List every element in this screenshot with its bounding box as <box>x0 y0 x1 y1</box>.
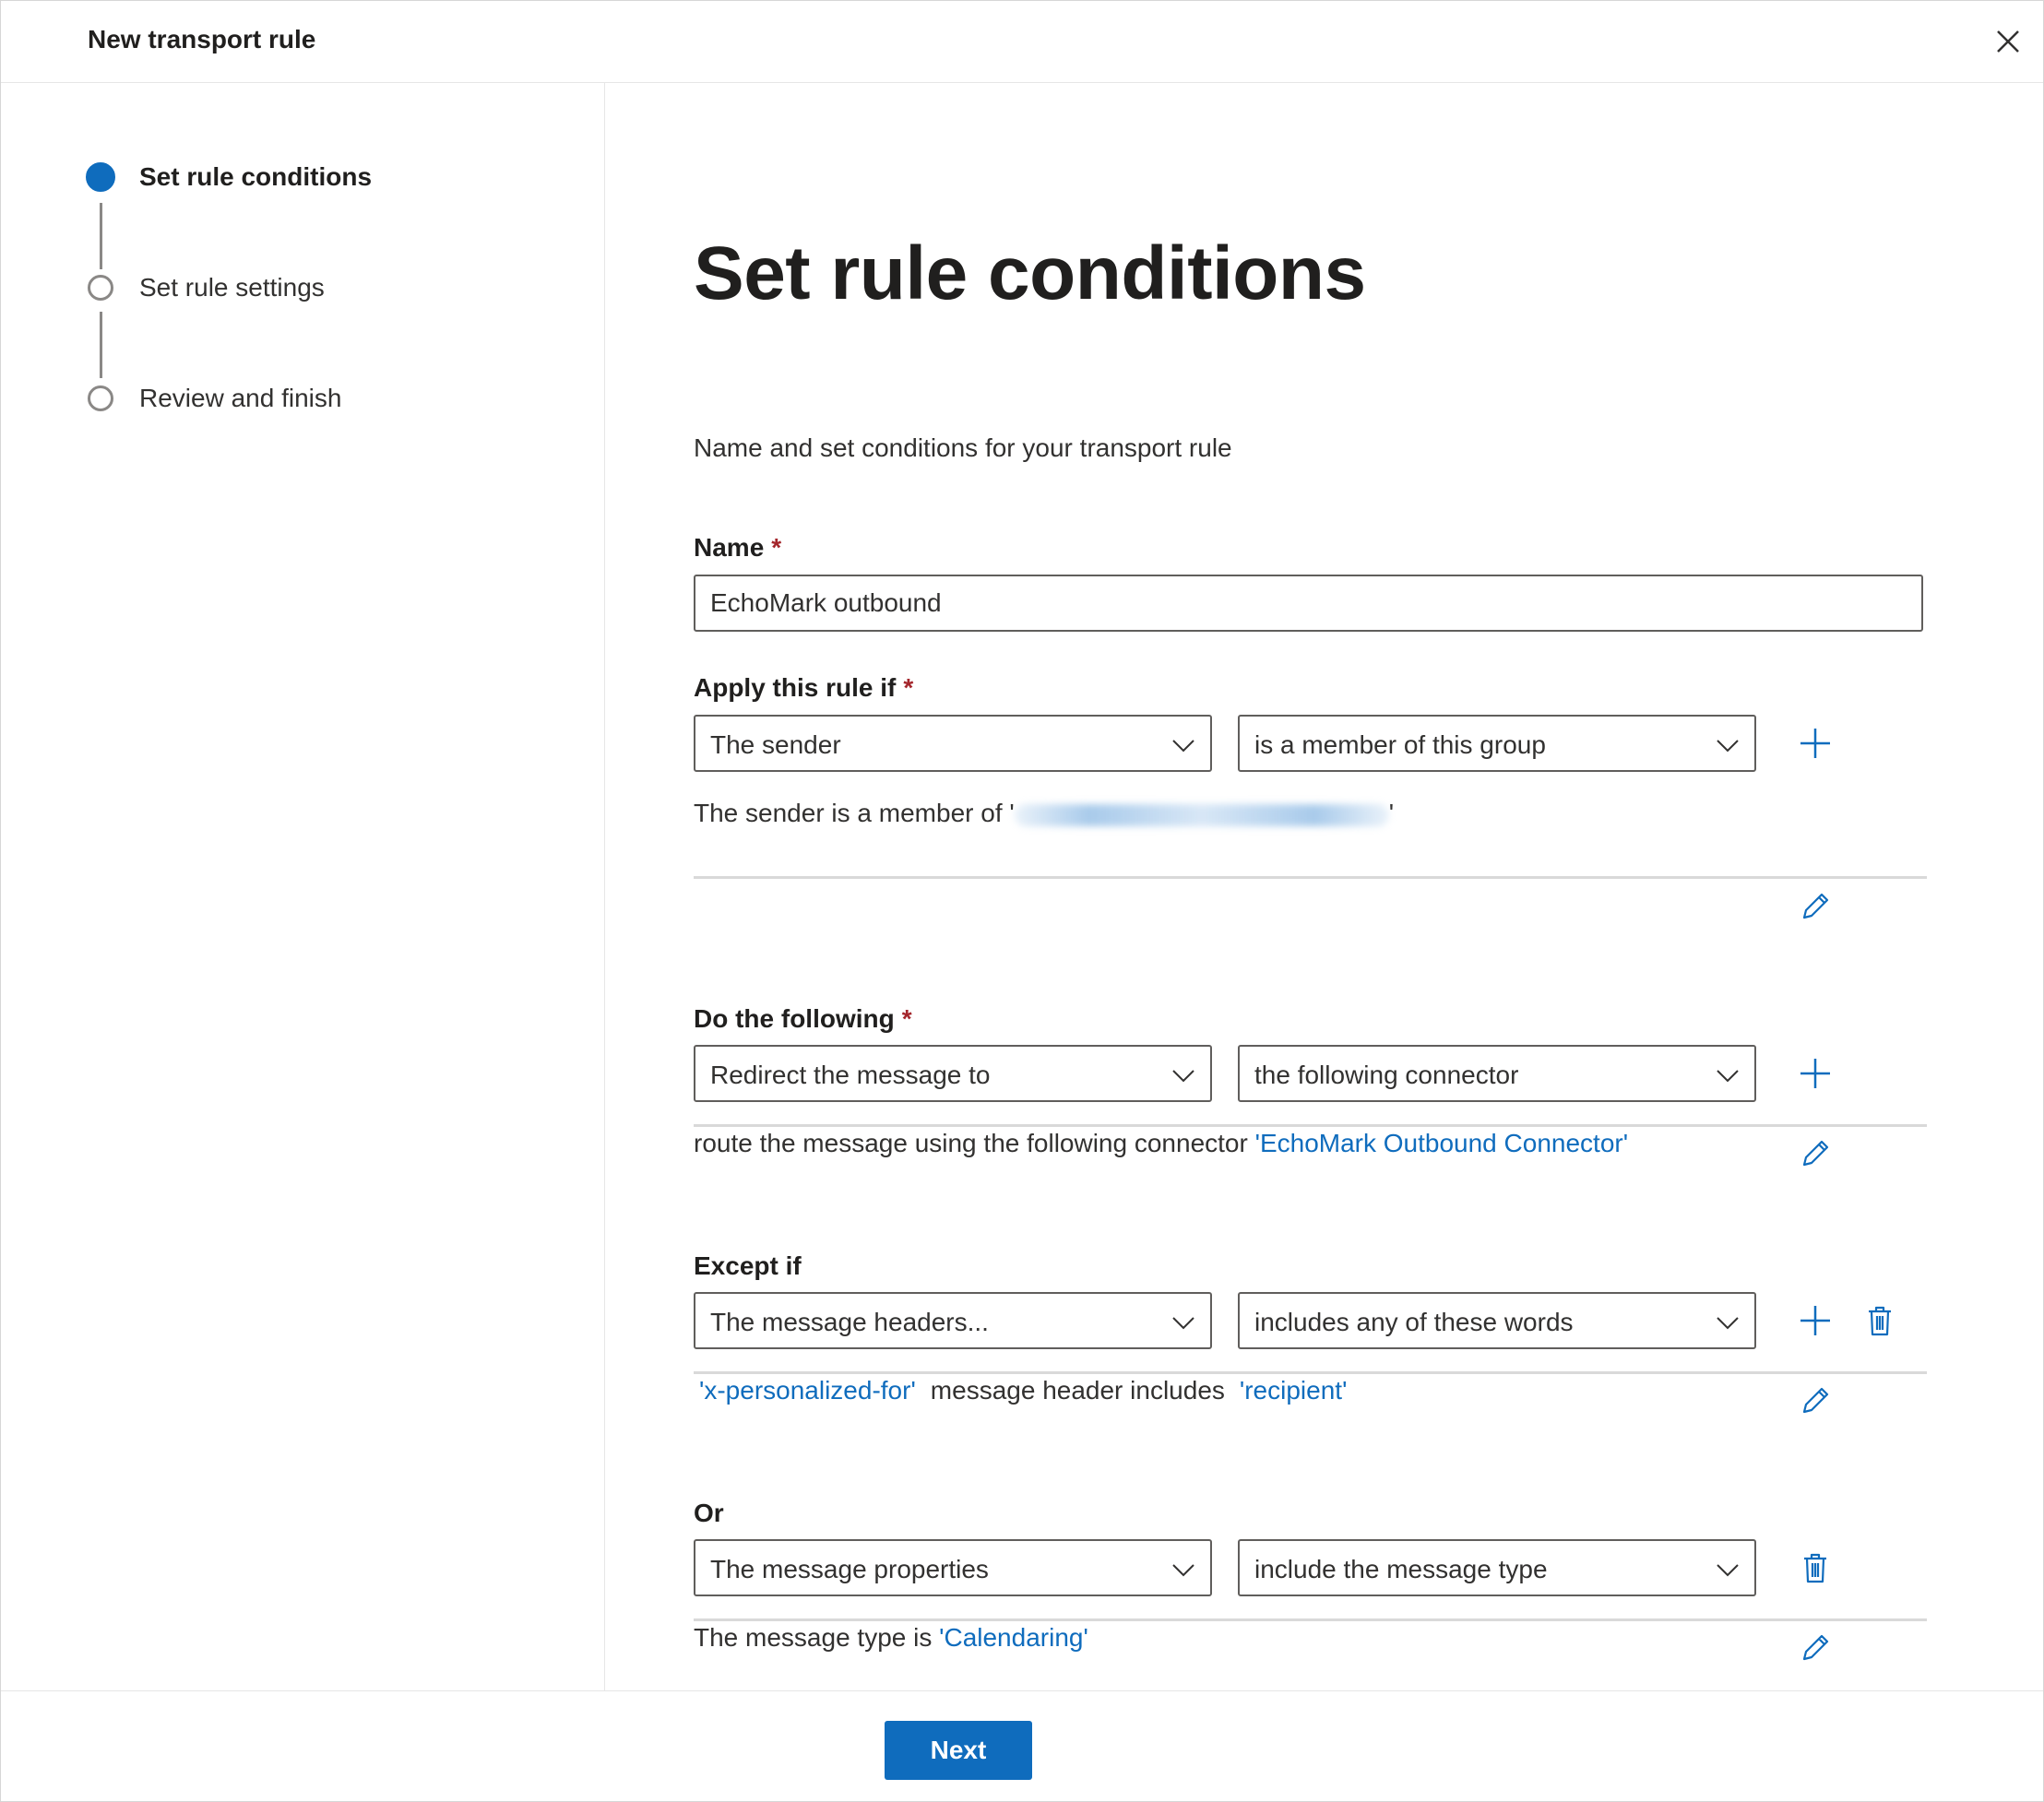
desc-text: message header includes <box>930 1376 1225 1405</box>
main-panel: Set rule conditions Name and set conditi… <box>605 83 2043 1690</box>
step-connector <box>100 312 102 378</box>
or-predicate-select[interactable]: include the message type <box>1238 1539 1756 1596</box>
chevron-down-icon <box>1172 1317 1194 1330</box>
except-if-label: Except if <box>694 1251 802 1280</box>
edit-or-condition-button[interactable] <box>1797 1630 1834 1666</box>
name-label: Name * <box>694 533 781 563</box>
desc-text: route the message using the following co… <box>694 1129 1255 1157</box>
desc-text: ' <box>1388 799 1395 827</box>
desc-text: The sender is a member of ' <box>694 799 1015 827</box>
name-label-text: Name <box>694 533 765 562</box>
or-description: The message type is 'Calendaring' <box>694 1623 1088 1653</box>
add-exception-button[interactable] <box>1797 1302 1834 1339</box>
desc-text: The message type is <box>694 1623 940 1652</box>
action-select[interactable]: Redirect the message to <box>694 1045 1212 1102</box>
plus-icon <box>1800 729 1830 758</box>
step-label: Review and finish <box>139 384 342 412</box>
action-description: route the message using the following co… <box>694 1129 1628 1158</box>
next-button[interactable]: Next <box>885 1721 1032 1780</box>
delete-or-condition-button[interactable] <box>1797 1549 1834 1586</box>
step-label: Set rule settings <box>139 273 325 302</box>
required-mark: * <box>903 673 914 702</box>
section-divider <box>694 1371 1927 1374</box>
trash-icon <box>1869 1306 1891 1336</box>
chevron-down-icon <box>1717 1564 1739 1577</box>
header-value-link[interactable]: 'recipient' <box>1240 1376 1348 1405</box>
edit-action-button[interactable] <box>1797 1135 1834 1172</box>
apply-rule-label-text: Apply this rule if <box>694 673 897 702</box>
title-bar: New transport rule <box>1 1 2043 83</box>
select-value: The sender <box>710 730 841 759</box>
chevron-down-icon <box>1172 1070 1194 1083</box>
pencil-icon <box>1802 893 1829 919</box>
select-value: Redirect the message to <box>710 1061 991 1089</box>
exception-predicate-select[interactable]: includes any of these words <box>1238 1292 1756 1349</box>
redacted-group-link[interactable] <box>1014 803 1389 826</box>
select-value: is a member of this group <box>1254 730 1546 759</box>
edit-exception-button[interactable] <box>1797 1382 1834 1419</box>
do-following-label-text: Do the following <box>694 1004 895 1033</box>
page-title: Set rule conditions <box>694 231 1366 315</box>
select-value: The message properties <box>710 1555 989 1583</box>
dialog-title: New transport rule <box>88 25 316 53</box>
chevron-down-icon <box>1717 1317 1739 1330</box>
chevron-down-icon <box>1172 740 1194 753</box>
section-divider <box>694 876 1927 879</box>
apply-predicate-select[interactable]: is a member of this group <box>1238 715 1756 772</box>
select-value: the following connector <box>1254 1061 1519 1089</box>
edit-condition-button[interactable] <box>1797 888 1834 925</box>
step-pending-indicator-icon <box>88 275 113 301</box>
chevron-down-icon <box>1717 740 1739 753</box>
close-icon <box>1997 30 2019 53</box>
delete-exception-button[interactable] <box>1861 1302 1898 1339</box>
apply-condition-select[interactable]: The sender <box>694 715 1212 772</box>
trash-icon <box>1804 1553 1826 1583</box>
do-following-label: Do the following * <box>694 1004 912 1034</box>
pencil-icon <box>1802 1387 1829 1414</box>
required-mark: * <box>771 533 782 562</box>
chevron-down-icon <box>1717 1070 1739 1083</box>
page-subtitle: Name and set conditions for your transpo… <box>694 433 1232 462</box>
apply-rule-description: The sender is a member of ' ' <box>694 799 1394 828</box>
step-current-indicator-icon <box>86 162 115 192</box>
header-name-link[interactable]: 'x-personalized-for' <box>699 1376 916 1405</box>
or-label: Or <box>694 1499 724 1527</box>
close-button[interactable] <box>1991 25 2025 58</box>
action-target-select[interactable]: the following connector <box>1238 1045 1756 1102</box>
select-value: The message headers... <box>710 1308 989 1336</box>
dialog-window: New transport rule Set rule conditions S… <box>0 0 2044 1802</box>
connector-link[interactable]: 'EchoMark Outbound Connector' <box>1255 1129 1628 1157</box>
dialog-footer: Next <box>1 1690 2043 1802</box>
select-value: include the message type <box>1254 1555 1548 1583</box>
required-mark: * <box>901 1004 912 1033</box>
exception-select[interactable]: The message headers... <box>694 1292 1212 1349</box>
add-action-button[interactable] <box>1797 1055 1834 1092</box>
plus-icon <box>1800 1059 1830 1088</box>
pencil-icon <box>1802 1634 1829 1661</box>
section-divider <box>694 1618 1927 1621</box>
name-input[interactable] <box>694 575 1923 632</box>
step-pending-indicator-icon <box>88 385 113 411</box>
chevron-down-icon <box>1172 1564 1194 1577</box>
plus-icon <box>1800 1306 1830 1335</box>
or-condition-select[interactable]: The message properties <box>694 1539 1212 1596</box>
section-divider <box>694 1124 1927 1127</box>
pencil-icon <box>1802 1140 1829 1167</box>
step-connector <box>100 203 102 269</box>
step-label: Set rule conditions <box>139 162 373 191</box>
apply-rule-label: Apply this rule if * <box>694 673 913 703</box>
select-value: includes any of these words <box>1254 1308 1574 1336</box>
exception-description: 'x-personalized-for' message header inclu… <box>694 1376 1347 1405</box>
message-type-link[interactable]: 'Calendaring' <box>939 1623 1088 1652</box>
add-condition-button[interactable] <box>1797 725 1834 762</box>
wizard-steps: Set rule conditions Set rule settings Re… <box>1 83 605 1690</box>
